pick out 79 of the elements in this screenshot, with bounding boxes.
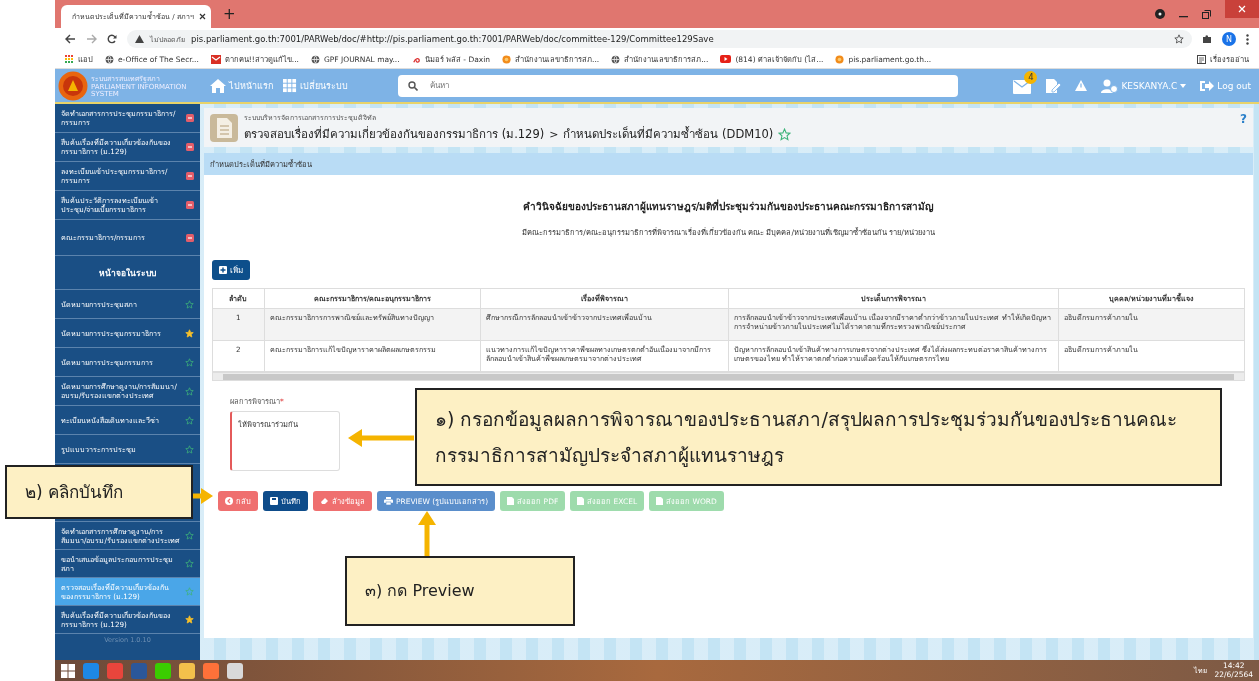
- list-icon: [1197, 54, 1206, 64]
- minus-icon[interactable]: [186, 143, 194, 151]
- start-button[interactable]: [61, 663, 75, 678]
- taskbar-app-icon[interactable]: [203, 662, 219, 679]
- forward-arrow-icon[interactable]: [86, 34, 97, 44]
- star-outline-icon[interactable]: [185, 357, 194, 367]
- taskbar-app-icon[interactable]: [83, 662, 99, 679]
- star-outline-icon[interactable]: [185, 299, 194, 309]
- star-outline-icon[interactable]: [778, 127, 792, 141]
- globe-icon: [611, 54, 621, 64]
- file-icon: [507, 497, 515, 506]
- panel-title: คำวินิจฉัยของประธานสภาผู้แทนราษฎร/มติที่ประชุมร่วมกันของประธานคณะกรรมาธิการสามัญ: [521, 199, 936, 214]
- notification-badge: 4: [1024, 70, 1038, 84]
- taskbar-app-icon[interactable]: [179, 662, 195, 679]
- horizontal-scrollbar[interactable]: [212, 372, 1245, 382]
- minus-icon[interactable]: [186, 114, 194, 122]
- pointer-arrow: [346, 428, 416, 448]
- sign-out-icon: [1200, 79, 1215, 92]
- star-outline-icon[interactable]: [185, 386, 194, 396]
- file-icon: [577, 497, 585, 506]
- taskbar-app-icon[interactable]: [227, 662, 243, 679]
- instruction-callout: ๒) คลิกบันทึก: [5, 465, 193, 519]
- globe-icon: [311, 54, 320, 64]
- star-outline-icon[interactable]: [185, 444, 194, 454]
- seal-icon: [835, 54, 845, 64]
- warning-icon[interactable]: [1075, 80, 1088, 91]
- plus-icon: [219, 266, 227, 274]
- back-arrow-icon[interactable]: [65, 34, 76, 44]
- star-filled-icon[interactable]: [185, 615, 194, 624]
- back-circle-icon: [225, 497, 233, 506]
- star-outline-icon[interactable]: [1174, 34, 1184, 44]
- breadcrumb-current[interactable]: กำหนดประเด็นที่มีความซ้ำซ้อน (DDM10): [563, 125, 774, 143]
- file-icon: [656, 497, 664, 506]
- record-icon: [1155, 9, 1165, 19]
- document-edit-icon[interactable]: [1045, 77, 1062, 94]
- seal-icon: [502, 54, 512, 64]
- star-outline-icon[interactable]: [185, 587, 194, 596]
- reload-icon[interactable]: [107, 34, 117, 44]
- user-icon: [1101, 78, 1119, 93]
- instruction-callout: ๓) กด Preview: [345, 556, 575, 626]
- star-outline-icon[interactable]: [185, 531, 194, 540]
- minus-icon[interactable]: [186, 201, 194, 209]
- search-icon: [408, 80, 418, 91]
- url-text: pis.parliament.go.th:7001/PARWeb/doc/#http://pis.parliament.go.th:7001/PARWeb/doc/committee-129/Committee129Save: [191, 34, 714, 44]
- breadcrumb-separator: >: [549, 127, 559, 141]
- taskbar-app-icon[interactable]: [155, 662, 171, 679]
- emblem-logo-icon: [58, 70, 88, 101]
- apps-grid-icon: [65, 54, 74, 64]
- envelope-icon[interactable]: [1013, 79, 1032, 94]
- help-icon[interactable]: ?: [1240, 112, 1247, 126]
- caret-icon: [1180, 83, 1187, 88]
- document-icon: [210, 113, 238, 142]
- mail-icon: [210, 54, 221, 64]
- star-outline-icon[interactable]: [185, 559, 194, 568]
- close-window-button[interactable]: [1225, 0, 1259, 18]
- new-tab-button[interactable]: +: [223, 5, 236, 23]
- minus-icon[interactable]: [186, 172, 194, 180]
- video-play-icon: [720, 55, 732, 63]
- search-field[interactable]: ค้นหา: [398, 74, 958, 97]
- star-filled-icon[interactable]: [185, 328, 194, 338]
- pointer-arrow: [417, 511, 437, 556]
- taskbar-app-icon[interactable]: [107, 662, 123, 679]
- printer-icon: [384, 497, 393, 506]
- globe-icon: [105, 54, 114, 64]
- home-icon: [210, 78, 226, 93]
- more-menu-icon[interactable]: [1246, 33, 1249, 45]
- grid-icon: [283, 78, 297, 93]
- profile-avatar[interactable]: N: [1222, 32, 1236, 46]
- restore-icon[interactable]: [1202, 9, 1211, 19]
- pointer-arrow: [193, 486, 213, 506]
- close-icon[interactable]: [198, 13, 206, 20]
- eraser-icon: [320, 497, 329, 506]
- close-icon: [1238, 5, 1246, 13]
- breadcrumb-link[interactable]: ตรวจสอบเรื่องที่มีความเกี่ยวข้องกันของกรรมาธิการ (ม.129): [244, 125, 545, 143]
- star-outline-icon[interactable]: [185, 415, 194, 425]
- add-button[interactable]: เพิ่ม: [212, 260, 250, 280]
- instruction-callout: ๑) กรอกข้อมูลผลการพิจารณาของประธานสภา/สรุปผลการประชุมร่วมกันของประธานคณะกรรมาธิการสามัญประจำสภาผู้แทนราษฎร: [415, 388, 1222, 486]
- minus-icon[interactable]: [186, 233, 194, 242]
- warning-icon: [135, 35, 144, 43]
